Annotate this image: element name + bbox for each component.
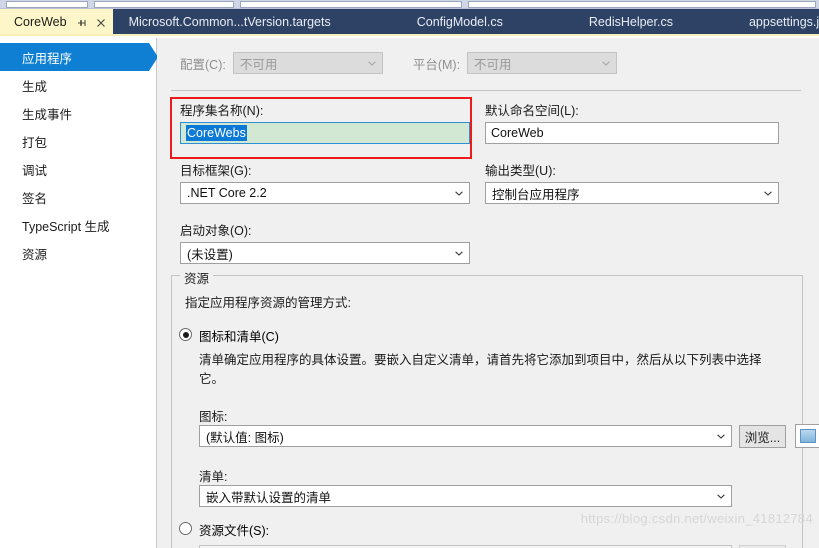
tab-label: appsettings.json <box>748 15 819 30</box>
tab-coreweb[interactable]: CoreWeb <box>0 9 113 36</box>
default-namespace-value: CoreWeb <box>491 126 544 140</box>
sidebar-item-label: 生成 <box>22 79 48 94</box>
chevron-down-icon <box>368 61 376 66</box>
sidebar-item-label: 签名 <box>22 191 48 206</box>
pin-icon[interactable] <box>76 17 88 29</box>
assembly-name-field-group: 程序集名称(N): CoreWebs <box>180 100 470 144</box>
tab-label: ConfigModel.cs <box>416 15 503 30</box>
output-type-dropdown[interactable]: 控制台应用程序 <box>485 182 779 204</box>
configuration-label: 配置(C): <box>180 57 226 72</box>
tab-configmodel-cs[interactable]: ConfigModel.cs <box>371 9 549 36</box>
sidebar-item-typescript-build[interactable]: TypeScript 生成 <box>0 211 156 239</box>
resources-groupbox: 资源 <box>171 268 803 548</box>
sidebar-item-label: 调试 <box>22 163 48 178</box>
sidebar-item-debug[interactable]: 调试 <box>0 155 156 183</box>
icon-dropdown[interactable]: (默认值: 图标) <box>199 425 732 447</box>
startup-object-dropdown[interactable]: (未设置) <box>180 242 470 264</box>
platform-dropdown[interactable]: 不可用 <box>467 52 618 74</box>
resource-file-radio-label: 资源文件(S): <box>199 524 270 538</box>
toolbar-box-4 <box>468 0 816 8</box>
resource-file-radio-row[interactable]: 资源文件(S): <box>179 520 269 539</box>
startup-object-value: (未设置) <box>187 247 233 262</box>
chevron-down-icon <box>455 251 463 256</box>
tab-appsettings-json[interactable]: appsettings.json <box>713 9 819 36</box>
close-icon[interactable] <box>95 17 107 29</box>
manifest-label: 清单: <box>199 470 228 484</box>
resources-description: 指定应用程序资源的管理方式: <box>185 296 351 310</box>
platform-value: 不可用 <box>474 57 512 72</box>
sidebar-item-resources[interactable]: 资源 <box>0 239 156 267</box>
tab-label: Microsoft.Common...tVersion.targets <box>128 15 331 30</box>
tab-redishelper-cs[interactable]: RedisHelper.cs <box>549 9 713 36</box>
output-type-field-group: 输出类型(U): 控制台应用程序 <box>485 160 779 204</box>
configuration-value: 不可用 <box>239 57 278 72</box>
sidebar-item-label: 打包 <box>22 135 48 150</box>
icon-manifest-radio[interactable] <box>179 328 192 341</box>
default-namespace-field-group: 默认命名空间(L): CoreWeb <box>485 100 779 144</box>
configuration-row: 配置(C): 不可用 平台(M): 不可用 <box>157 38 819 74</box>
sidebar-item-label: 应用程序 <box>22 51 73 66</box>
sidebar-item-package[interactable]: 打包 <box>0 127 156 155</box>
startup-object-field-group: 启动对象(O): (未设置) <box>180 220 470 264</box>
target-framework-field-group: 目标框架(G): .NET Core 2.2 <box>180 160 470 204</box>
target-framework-dropdown[interactable]: .NET Core 2.2 <box>180 182 470 204</box>
chevron-down-icon <box>602 61 610 66</box>
manifest-dropdown[interactable]: 嵌入带默认设置的清单 <box>199 485 732 507</box>
target-framework-value: .NET Core 2.2 <box>187 186 267 200</box>
assembly-name-input[interactable]: CoreWebs <box>180 122 470 144</box>
chevron-down-icon <box>455 191 463 196</box>
icon-browse-button[interactable]: 浏览... <box>739 425 786 448</box>
icon-label: 图标: <box>199 410 228 424</box>
sidebar-item-build[interactable]: 生成 <box>0 71 156 99</box>
chevron-down-icon <box>764 191 772 196</box>
divider <box>171 90 801 91</box>
sidebar-item-build-events[interactable]: 生成事件 <box>0 99 156 127</box>
icon-manifest-radio-label: 图标和清单(C) <box>199 330 279 344</box>
output-type-value: 控制台应用程序 <box>492 187 580 202</box>
icon-value: (默认值: 图标) <box>206 430 284 445</box>
chevron-down-icon <box>717 494 725 499</box>
tab-label: RedisHelper.cs <box>588 15 673 30</box>
output-type-label: 输出类型(U): <box>485 164 556 178</box>
assembly-name-value: CoreWebs <box>186 125 247 141</box>
manifest-value: 嵌入带默认设置的清单 <box>206 490 332 505</box>
sidebar-item-label: 生成事件 <box>22 107 73 122</box>
configuration-dropdown[interactable]: 不可用 <box>232 52 383 74</box>
manifest-note: 清单确定应用程序的具体设置。要嵌入自定义清单，请首先将它添加到项目中，然后从以下… <box>199 353 762 386</box>
properties-sidebar: 应用程序 生成 生成事件 打包 调试 签名 TypeScript 生成 资源 <box>0 38 158 548</box>
watermark-text: https://blog.csdn.net/weixin_41812784 <box>580 511 813 526</box>
sidebar-item-label: 资源 <box>22 247 48 262</box>
sidebar-item-signing[interactable]: 签名 <box>0 183 156 211</box>
toolbar-box-1 <box>6 0 88 8</box>
startup-object-label: 启动对象(O): <box>180 224 252 238</box>
toolbar-strip <box>0 0 819 9</box>
resources-group-title: 资源 <box>180 268 214 287</box>
icon-browse-label: 浏览... <box>744 431 781 445</box>
icon-preview <box>795 424 819 448</box>
sidebar-item-application[interactable]: 应用程序 <box>0 43 158 71</box>
toolbar-box-3 <box>240 0 462 8</box>
toolbar-box-2 <box>94 0 234 8</box>
tab-targets-file[interactable]: Microsoft.Common...tVersion.targets <box>113 9 371 36</box>
sidebar-item-label: TypeScript 生成 <box>22 219 110 234</box>
resource-file-radio[interactable] <box>179 522 192 535</box>
default-namespace-label: 默认命名空间(L): <box>485 104 579 118</box>
default-namespace-input[interactable]: CoreWeb <box>485 122 779 144</box>
editor-tab-bar: CoreWeb Microsoft.Common...tVersion.targ… <box>0 9 819 36</box>
application-properties-pane: 配置(C): 不可用 平台(M): 不可用 程序集名称(N): CoreWebs <box>157 38 819 548</box>
target-framework-label: 目标框架(G): <box>180 164 252 178</box>
chevron-down-icon <box>717 434 725 439</box>
platform-label: 平台(M): <box>412 57 461 72</box>
tab-label: CoreWeb <box>14 15 67 30</box>
assembly-name-label: 程序集名称(N): <box>180 104 264 118</box>
icon-manifest-radio-row[interactable]: 图标和清单(C) <box>179 326 279 345</box>
icon-preview-glyph <box>800 429 816 443</box>
